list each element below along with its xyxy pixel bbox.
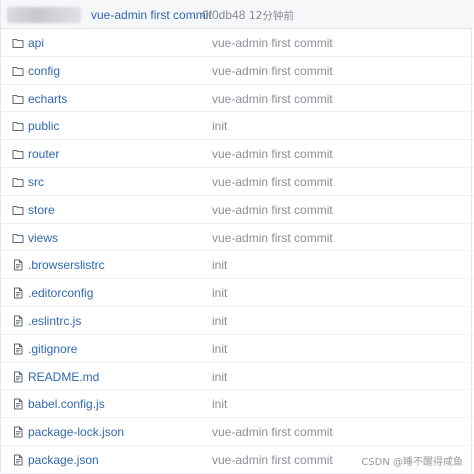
file-name-link[interactable]: api — [28, 36, 44, 50]
file-row[interactable]: store vue-admin first commit — [1, 196, 473, 224]
folder-icon — [12, 120, 24, 132]
file-row[interactable]: .editorconfig init — [1, 279, 473, 307]
file-commit-message[interactable]: vue-admin first commit — [212, 36, 333, 50]
watermark: CSDN @睡不醒得咸鱼 — [361, 457, 463, 468]
folder-icon — [12, 148, 24, 160]
folder-icon — [12, 65, 24, 77]
file-name-link[interactable]: public — [28, 119, 59, 133]
file-commit-message[interactable]: init — [212, 119, 227, 133]
file-row[interactable]: api vue-admin first commit — [1, 29, 473, 57]
file-row[interactable]: config vue-admin first commit — [1, 57, 473, 85]
file-commit-message[interactable]: init — [212, 258, 227, 272]
author-avatar-blurred — [7, 7, 81, 23]
file-name-link[interactable]: router — [28, 147, 59, 161]
folder-icon — [12, 204, 24, 216]
file-name-link[interactable]: README.md — [28, 370, 99, 384]
file-icon — [12, 287, 24, 299]
folder-icon — [12, 37, 24, 49]
file-name-link[interactable]: babel.config.js — [28, 397, 105, 411]
file-name-link[interactable]: src — [28, 175, 44, 189]
file-name-link[interactable]: package.json — [28, 453, 99, 467]
file-list: api vue-admin first commit config vue-admin… — [1, 29, 473, 474]
file-row[interactable]: README.md init — [1, 363, 473, 391]
file-name-link[interactable]: package-lock.json — [28, 425, 124, 439]
file-row[interactable]: views vue-admin first commit — [1, 224, 473, 252]
file-row[interactable]: package-lock.json vue-admin first commit — [1, 418, 473, 446]
file-browser: vue-admin first commit 0f0db48 12分钟前 api… — [0, 0, 473, 474]
file-commit-message[interactable]: vue-admin first commit — [212, 203, 333, 217]
file-commit-message[interactable]: vue-admin first commit — [212, 147, 333, 161]
latest-commit-message[interactable]: vue-admin first commit — [91, 8, 212, 22]
latest-commit-bar: vue-admin first commit 0f0db48 12分钟前 — [1, 0, 473, 29]
file-commit-message[interactable]: vue-admin first commit — [212, 425, 333, 439]
file-commit-message[interactable]: vue-admin first commit — [212, 92, 333, 106]
file-commit-message[interactable]: vue-admin first commit — [212, 453, 333, 467]
file-name-link[interactable]: .editorconfig — [28, 286, 93, 300]
file-name-link[interactable]: .gitignore — [28, 342, 77, 356]
file-row[interactable]: .browserslistrc init — [1, 251, 473, 280]
file-icon — [12, 398, 24, 410]
file-row[interactable]: .eslintrc.js init — [1, 307, 473, 335]
file-commit-message[interactable]: init — [212, 397, 227, 411]
file-commit-message[interactable]: init — [212, 286, 227, 300]
file-name-link[interactable]: echarts — [28, 92, 67, 106]
file-row[interactable]: babel.config.js init — [1, 390, 473, 419]
file-row[interactable]: src vue-admin first commit — [1, 168, 473, 196]
file-commit-message[interactable]: vue-admin first commit — [212, 64, 333, 78]
file-commit-message[interactable]: vue-admin first commit — [212, 175, 333, 189]
latest-commit-hash[interactable]: 0f0db48 — [202, 8, 245, 22]
folder-icon — [12, 232, 24, 244]
file-commit-message[interactable]: init — [212, 342, 227, 356]
folder-icon — [12, 93, 24, 105]
file-name-link[interactable]: store — [28, 203, 55, 217]
latest-commit-time: 12分钟前 — [249, 10, 294, 22]
file-name-link[interactable]: views — [28, 231, 58, 245]
file-icon — [12, 343, 24, 355]
file-row[interactable]: public init — [1, 112, 473, 141]
file-icon — [12, 259, 24, 271]
file-name-link[interactable]: .browserslistrc — [28, 258, 105, 272]
file-icon — [12, 426, 24, 438]
folder-icon — [12, 176, 24, 188]
file-icon — [12, 454, 24, 466]
file-name-link[interactable]: config — [28, 64, 60, 78]
file-row[interactable]: echarts vue-admin first commit — [1, 85, 473, 113]
file-row[interactable]: router vue-admin first commit — [1, 140, 473, 168]
file-row[interactable]: .gitignore init — [1, 335, 473, 363]
file-commit-message[interactable]: init — [212, 370, 227, 384]
file-icon — [12, 371, 24, 383]
file-commit-message[interactable]: vue-admin first commit — [212, 231, 333, 245]
file-icon — [12, 315, 24, 327]
file-commit-message[interactable]: init — [212, 314, 227, 328]
file-name-link[interactable]: .eslintrc.js — [28, 314, 81, 328]
